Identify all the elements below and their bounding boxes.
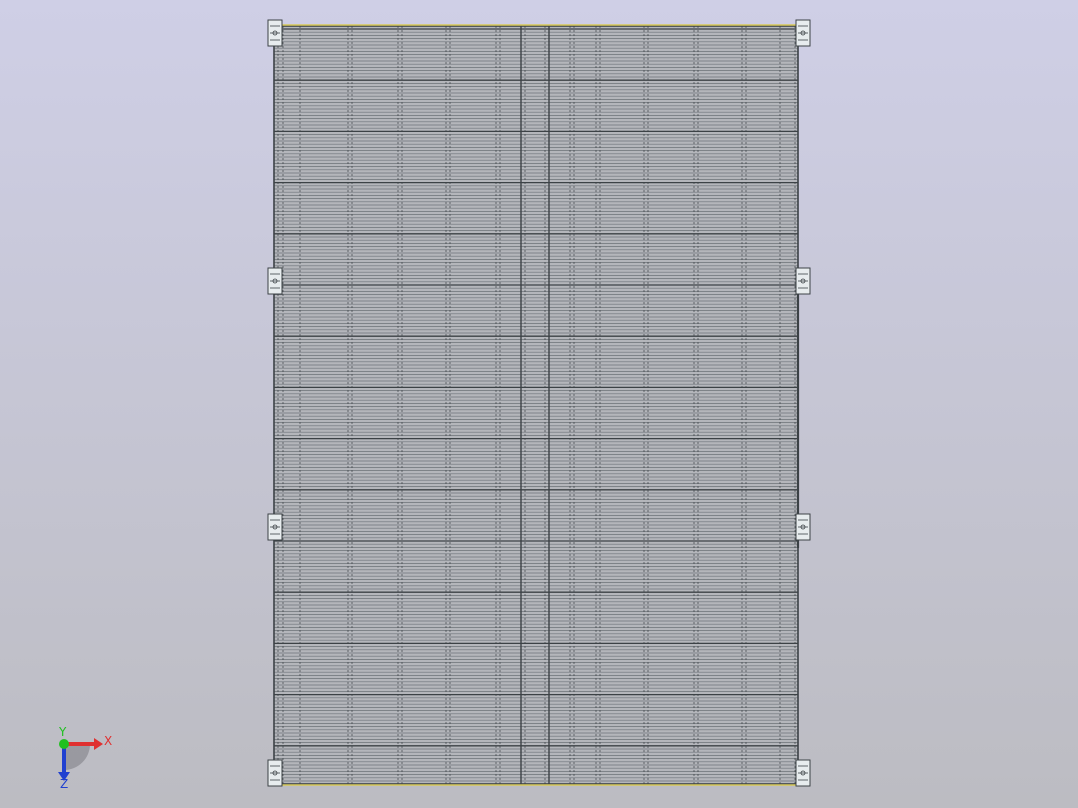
y-axis-label: Y: [59, 725, 67, 739]
panel-body[interactable]: [273, 24, 800, 786]
x-axis-label: X: [104, 734, 113, 748]
mounting-bracket[interactable]: [267, 759, 283, 787]
mounting-bracket[interactable]: [267, 19, 283, 47]
y-axis-dot: [59, 739, 69, 749]
mounting-bracket[interactable]: [795, 759, 811, 787]
mounting-bracket[interactable]: [795, 19, 811, 47]
3d-viewport[interactable]: X Y Z: [0, 0, 1078, 808]
mounting-bracket[interactable]: [267, 513, 283, 541]
axis-triad: X Y Z: [50, 726, 120, 792]
z-axis-label: Z: [60, 777, 69, 791]
mounting-bracket[interactable]: [795, 513, 811, 541]
x-axis-arrowhead: [94, 738, 103, 750]
triad-shadow: [64, 744, 90, 770]
mounting-bracket[interactable]: [795, 267, 811, 295]
solar-panel-model[interactable]: [0, 0, 1078, 808]
panel-surface: [274, 26, 798, 784]
mounting-bracket[interactable]: [267, 267, 283, 295]
